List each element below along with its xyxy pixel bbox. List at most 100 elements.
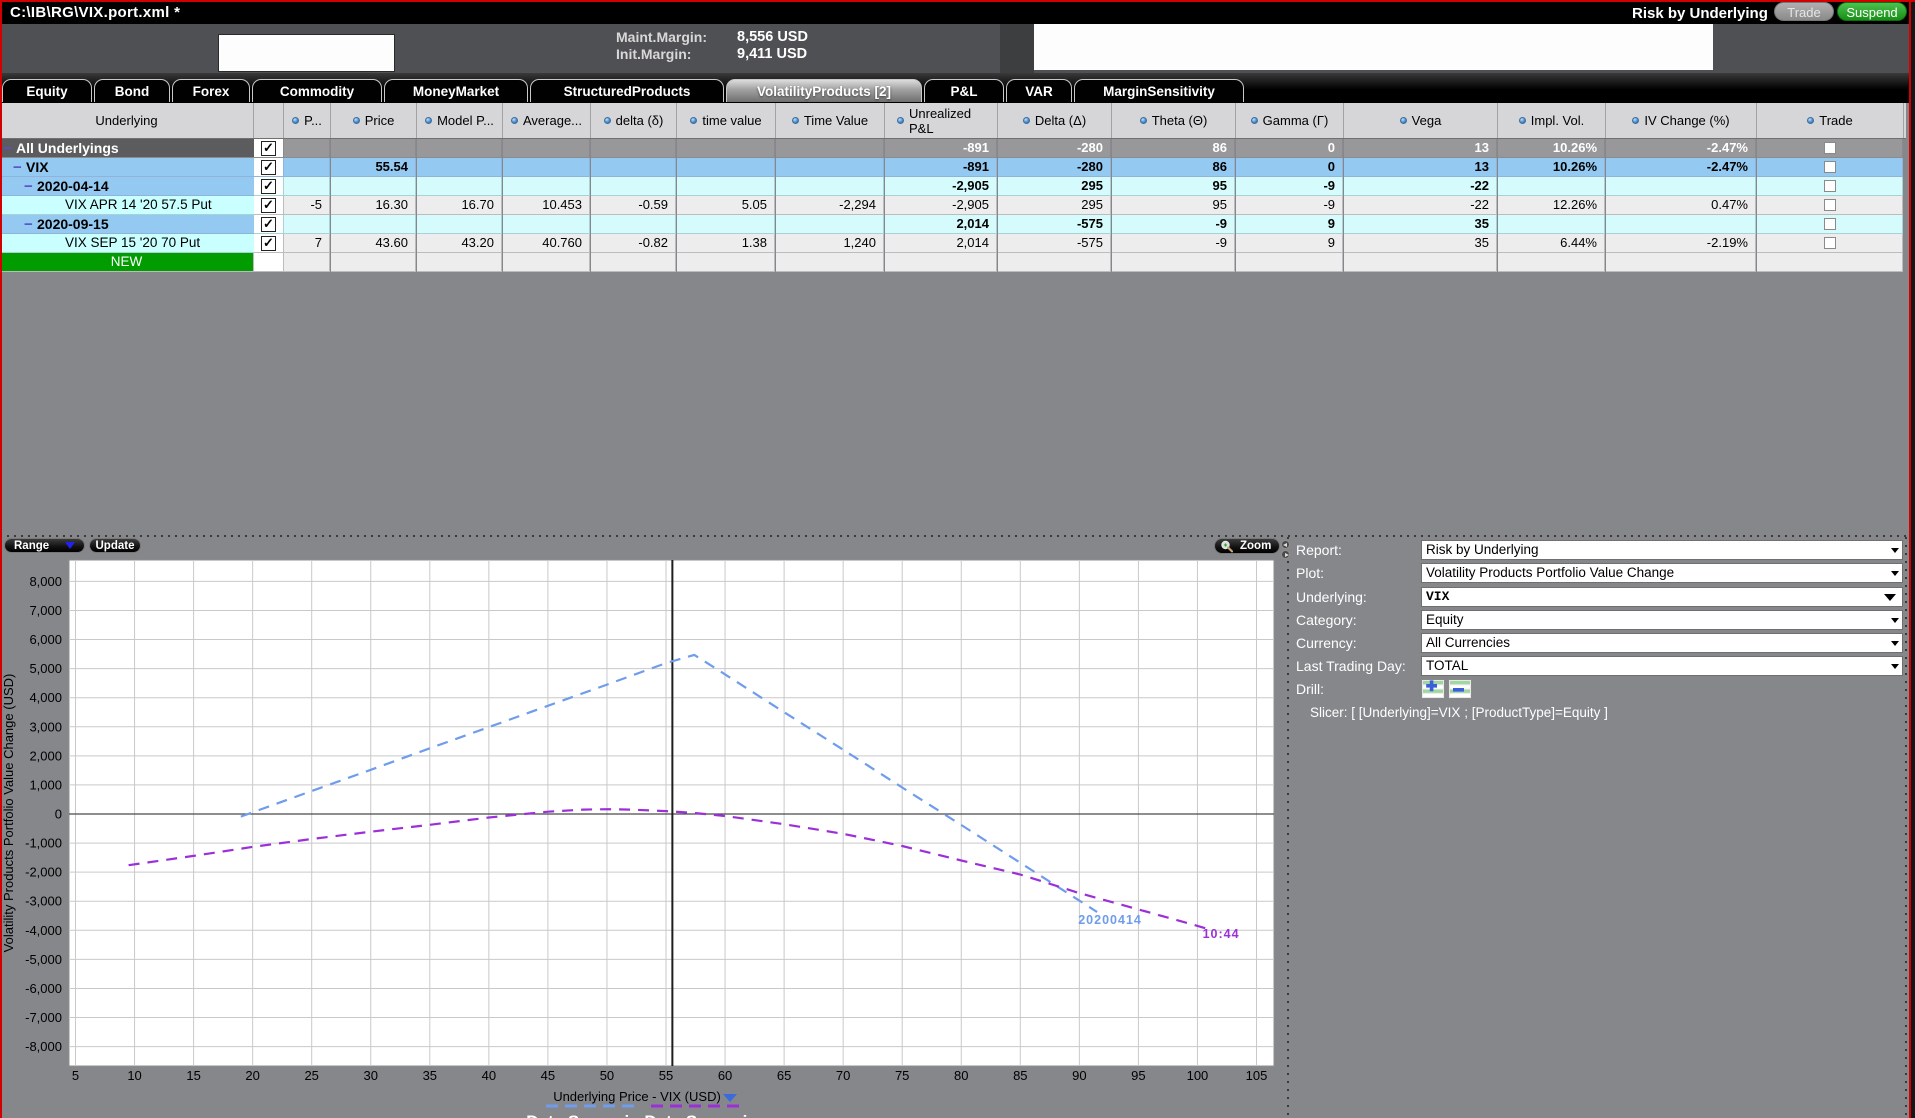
row-checkbox[interactable]: ✓ (261, 179, 276, 194)
dropdown-plot[interactable]: Volatility Products Portfolio Value Chan… (1421, 563, 1903, 583)
tab-marginsensitivity[interactable]: MarginSensitivity (1074, 79, 1244, 102)
risk-chart: -8,000-7,000-6,000-5,000-4,000-3,000-2,0… (0, 536, 1283, 1118)
column-header-2[interactable]: P... (284, 103, 331, 138)
cell-ivchange (1606, 253, 1756, 272)
update-button[interactable]: Update (89, 538, 141, 553)
table-row[interactable]: NEW (0, 253, 1906, 272)
chevron-down-icon (1891, 571, 1899, 576)
column-header-6[interactable]: delta (δ) (591, 103, 677, 138)
collapse-icon[interactable]: − (13, 159, 26, 176)
cell-delta-small: -0.82 (591, 234, 676, 253)
cell-average (503, 215, 590, 234)
column-header-5[interactable]: Average... (503, 103, 591, 138)
cell-timevalue-small (677, 253, 775, 272)
tab-bond[interactable]: Bond (94, 79, 170, 102)
dropdown-last-trading-day[interactable]: TOTAL (1421, 656, 1903, 676)
tab-moneymarket[interactable]: MoneyMarket (384, 79, 528, 102)
column-header-0[interactable]: Underlying (0, 103, 254, 138)
table-row[interactable]: VIX SEP 15 '20 70 Put ✓ 7 43.60 43.20 40… (0, 234, 1906, 253)
trade-checkbox[interactable] (1824, 161, 1836, 173)
column-header-16[interactable]: Trade (1757, 103, 1904, 138)
table-row[interactable]: −2020-09-15 ✓ 2,014 -575 -9 9 35 (0, 215, 1906, 234)
column-header-15[interactable]: IV Change (%) (1606, 103, 1757, 138)
cell-price (331, 253, 416, 272)
trade-button[interactable]: Trade (1774, 2, 1834, 21)
panel-field: Report:Risk by Underlying (1293, 540, 1905, 560)
column-header-3[interactable]: Price (331, 103, 417, 138)
table-row[interactable]: VIX APR 14 '20 57.5 Put ✓ -5 16.30 16.70… (0, 196, 1906, 215)
tab-pandl[interactable]: P&L (924, 79, 1004, 102)
trade-checkbox[interactable] (1824, 199, 1836, 211)
tab-equity[interactable]: Equity (2, 79, 92, 102)
trade-checkbox[interactable] (1824, 180, 1836, 192)
row-checkbox[interactable]: ✓ (261, 160, 276, 175)
column-header-4[interactable]: Model P... (417, 103, 503, 138)
row-checkbox[interactable]: ✓ (261, 198, 276, 213)
column-header-1[interactable] (254, 103, 284, 138)
column-header-14[interactable]: Impl. Vol. (1498, 103, 1606, 138)
trade-cell (1757, 158, 1903, 177)
tab-commodity[interactable]: Commodity (252, 79, 382, 102)
y-tick-label: 1,000 (29, 777, 62, 792)
tab-structuredproducts[interactable]: StructuredProducts (530, 79, 724, 102)
vertical-splitter-right[interactable] (1905, 537, 1907, 1118)
y-axis-title: Volatility Products Portfolio Value Chan… (1, 674, 16, 953)
cell-unrealized-pnl: -891 (885, 158, 997, 177)
column-header-11[interactable]: Theta (Θ) (1112, 103, 1236, 138)
dropdown-underlying[interactable]: VIX (1421, 587, 1903, 607)
trade-checkbox[interactable] (1824, 237, 1836, 249)
x-tick-label: 70 (836, 1068, 850, 1083)
column-header-13[interactable]: Vega (1344, 103, 1498, 138)
cell-timevalue-small (677, 177, 775, 196)
cell-ivchange (1606, 177, 1756, 196)
x-axis-dropdown-icon[interactable] (723, 1094, 737, 1102)
row-checkbox[interactable]: ✓ (261, 141, 276, 156)
range-button[interactable]: Range (4, 538, 85, 553)
tab-var[interactable]: VAR (1006, 79, 1072, 102)
column-header-12[interactable]: Gamma (Γ) (1236, 103, 1344, 138)
drill-down-button[interactable] (1421, 679, 1445, 699)
magnifier-icon (1220, 540, 1234, 553)
collapse-icon[interactable]: − (3, 140, 16, 157)
cell-ivchange: -2.47% (1606, 139, 1756, 158)
suspend-button[interactable]: Suspend (1837, 2, 1907, 21)
cell-delta (998, 253, 1111, 272)
collapse-left-icon[interactable] (1281, 540, 1290, 549)
trade-checkbox[interactable] (1824, 218, 1836, 230)
tab-volatilityproducts-2[interactable]: VolatilityProducts [2] (726, 79, 922, 102)
table-header-row: Underlying P... Price Model P... Average… (0, 103, 1906, 139)
checkbox-cell: ✓ (254, 215, 284, 234)
cell-price (331, 215, 416, 234)
row-checkbox[interactable]: ✓ (261, 217, 276, 232)
dropdown-currency[interactable]: All Currencies (1421, 633, 1903, 653)
column-header-9[interactable]: Unrealized P&L (885, 103, 998, 138)
table-row[interactable]: −VIX ✓ 55.54 -891 -280 86 0 13 10.26% -2… (0, 158, 1906, 177)
cell-delta-small (591, 253, 676, 272)
drill-up-button[interactable] (1448, 679, 1472, 699)
y-tick-label: -5,000 (25, 952, 62, 967)
table-row[interactable]: −All Underlyings ✓ -891 -280 86 0 13 10.… (0, 139, 1906, 158)
cell-modelprice (417, 253, 502, 272)
cell-theta: -9 (1112, 215, 1235, 234)
row-checkbox[interactable]: ✓ (261, 236, 276, 251)
column-header-7[interactable]: time value (677, 103, 776, 138)
cell-delta: -575 (998, 215, 1111, 234)
vertical-splitter[interactable] (1287, 537, 1289, 1118)
collapse-right-icon[interactable] (1281, 550, 1290, 559)
x-tick-label: 20 (245, 1068, 259, 1083)
column-header-8[interactable]: Time Value (776, 103, 885, 138)
zoom-button[interactable]: Zoom (1214, 538, 1280, 554)
table-row[interactable]: −2020-04-14 ✓ -2,905 295 95 -9 -22 (0, 177, 1906, 196)
collapse-icon[interactable]: − (24, 216, 37, 233)
trade-checkbox[interactable] (1824, 142, 1836, 154)
tab-forex[interactable]: Forex (172, 79, 250, 102)
cell-theta (1112, 253, 1235, 272)
dropdown-report[interactable]: Risk by Underlying (1421, 540, 1903, 560)
x-axis-title: Underlying Price - VIX (USD) (553, 1089, 721, 1104)
dropdown-category[interactable]: Equity (1421, 610, 1903, 630)
collapse-icon[interactable]: − (24, 178, 37, 195)
x-tick-label: 90 (1072, 1068, 1086, 1083)
window-edge (1911, 0, 1915, 1118)
drill-label: Drill: (1296, 679, 1324, 699)
column-header-10[interactable]: Delta (Δ) (998, 103, 1112, 138)
